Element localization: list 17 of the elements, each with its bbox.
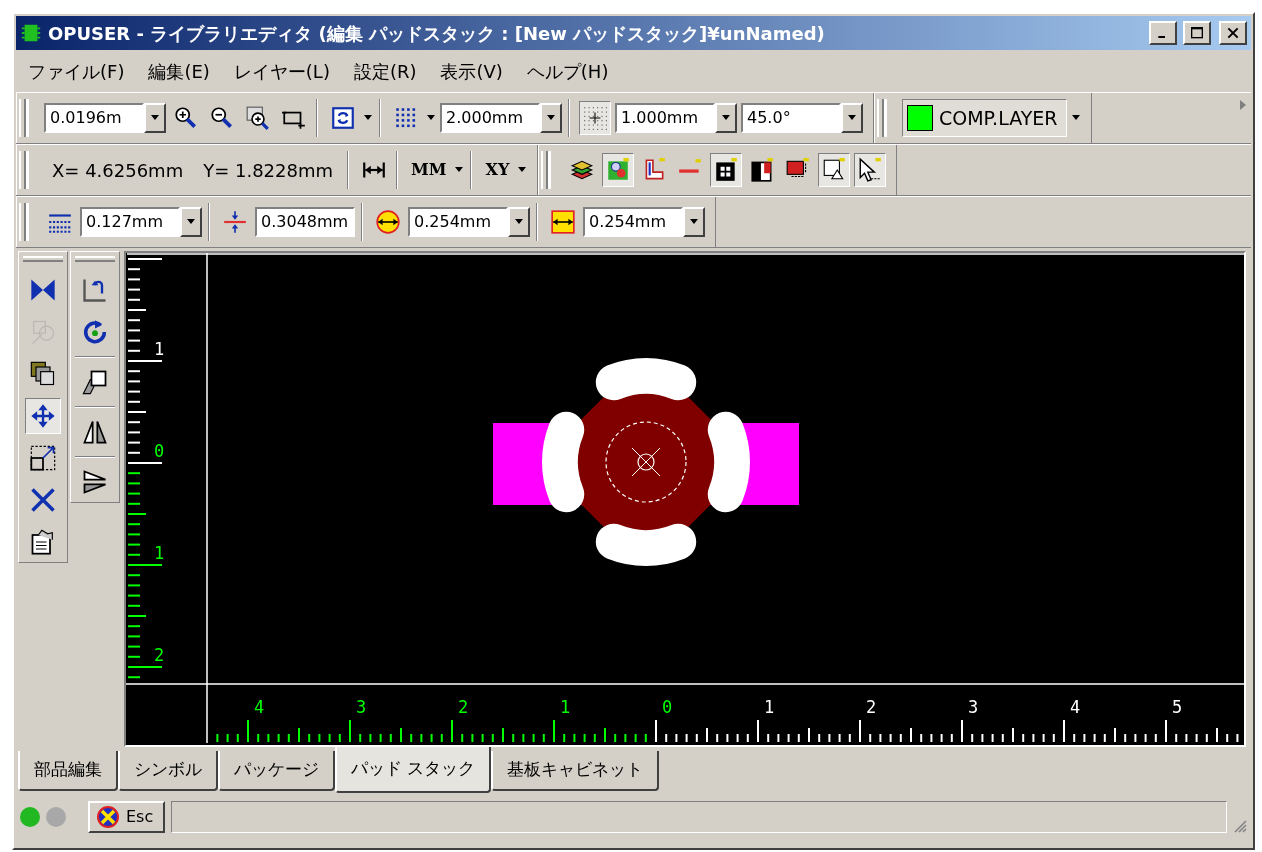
ruler-label: 4	[254, 697, 265, 717]
window-title: OPUSER - ライブラリエディタ (編集 パッドスタック : [New パッドスタック]¥unNamed)	[48, 21, 826, 46]
ruler-label: 5	[1172, 697, 1183, 717]
ruler-label: 0	[154, 441, 165, 461]
ruler-label: 2	[458, 697, 469, 717]
ruler-label: 1	[764, 697, 775, 717]
ruler-label: 2	[154, 645, 165, 665]
ruler-label: 3	[968, 697, 979, 717]
coordinate-readout: Y= 1.8228mm	[202, 158, 335, 183]
ruler-label: 1	[154, 339, 165, 359]
ruler-label: 2	[866, 697, 877, 717]
ruler-label: 3	[356, 697, 367, 717]
coordinate-readout: X= 4.6256mm	[51, 158, 185, 183]
ruler-label: 1	[154, 543, 165, 563]
ruler-label: 0	[662, 697, 673, 717]
ruler-label: 1	[560, 697, 571, 717]
ruler-label: 4	[1070, 697, 1081, 717]
